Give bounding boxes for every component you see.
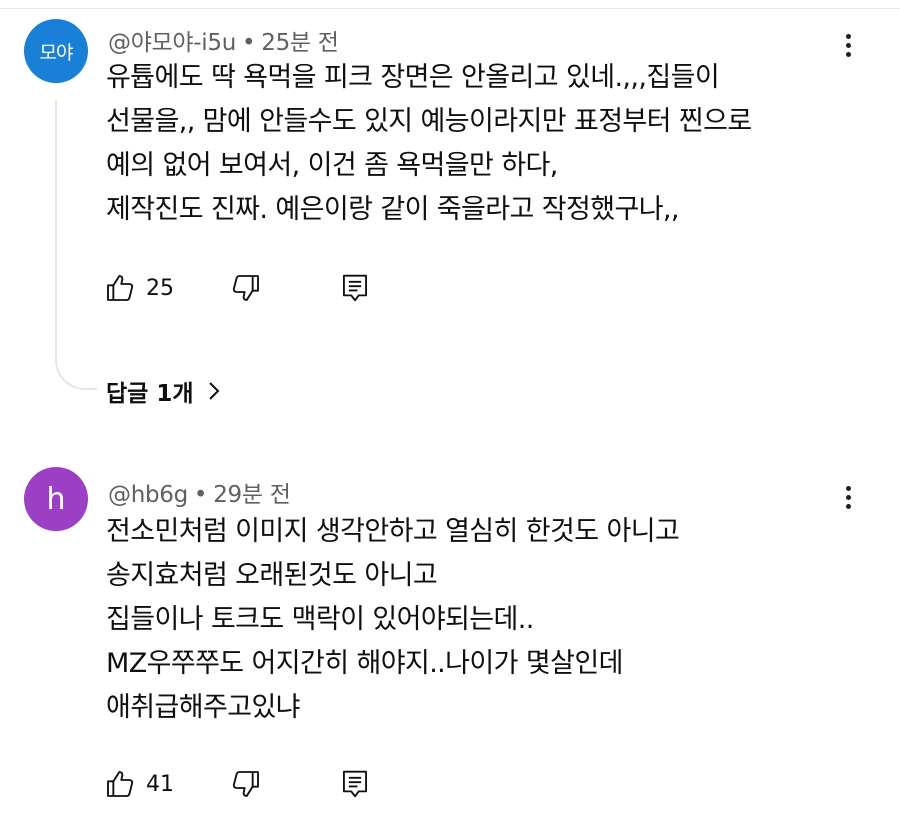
comment-time: 25분 전 xyxy=(261,30,339,56)
avatar-text: h xyxy=(46,481,66,517)
replies-label: 답글 1개 xyxy=(106,381,194,407)
top-divider xyxy=(0,8,900,9)
avatar[interactable]: h xyxy=(24,467,88,531)
comment-line: MZ우쭈쭈도 어지간히 해야지..나이가 몇살인데 xyxy=(106,648,623,679)
comment-meta: @야모야-i5u • 25분 전 xyxy=(108,23,339,57)
comment-reply-icon xyxy=(343,770,367,798)
comment-line: 예의 없어 보여서, 이건 좀 욕먹을만 하다, xyxy=(106,150,558,181)
like-button[interactable]: 25 xyxy=(104,268,174,308)
reply-button[interactable] xyxy=(340,268,370,308)
like-button[interactable]: 41 xyxy=(104,764,174,804)
comment-line: 애취급해주고있냐 xyxy=(106,692,301,723)
thumbs-up-icon xyxy=(107,771,134,797)
dislike-button[interactable] xyxy=(230,764,262,804)
avatar[interactable]: 모야 xyxy=(24,19,88,83)
comment-line: 선물을,, 맘에 안들수도 있지 예능이라지만 표정부터 찐으로 xyxy=(106,106,752,137)
avatar-text: 모야 xyxy=(39,41,74,64)
view-replies-button[interactable]: 답글 1개 xyxy=(106,374,220,408)
comment-text: 유튭에도 딱 욕먹을 피크 장면은 안올리고 있네.,,,집들이 선물을,, 맘… xyxy=(106,56,866,232)
comment-line: 유튭에도 딱 욕먹을 피크 장면은 안올리고 있네.,,,집들이 xyxy=(106,62,720,93)
more-vertical-icon xyxy=(845,485,851,491)
meta-separator: • xyxy=(241,30,256,56)
more-vertical-icon xyxy=(845,33,851,39)
comment-reply-icon xyxy=(343,274,367,302)
comment-meta: @hb6g • 29분 전 xyxy=(108,475,291,509)
comment-actions: 41 xyxy=(104,764,404,804)
comment-time: 29분 전 xyxy=(213,482,291,508)
like-count: 41 xyxy=(146,771,174,797)
comment-text: 전소민처럼 이미지 생각안하고 열심히 한것도 아니고 송지효처럼 오래된것도 … xyxy=(106,510,866,730)
comment-line: 전소민처럼 이미지 생각안하고 열심히 한것도 아니고 xyxy=(106,516,680,547)
thumbs-up-icon xyxy=(107,275,134,301)
chevron-right-icon xyxy=(208,382,219,400)
comment-line: 제작진도 진짜. 예은이랑 같이 죽을라고 작정했구나,, xyxy=(106,194,680,225)
like-count: 25 xyxy=(146,275,174,301)
dislike-button[interactable] xyxy=(230,268,262,308)
meta-separator: • xyxy=(193,482,208,508)
comment-line: 집들이나 토크도 맥락이 있어야되는데.. xyxy=(106,604,534,635)
thumbs-down-icon xyxy=(232,771,259,797)
comment-actions: 25 xyxy=(104,268,404,308)
comment-line: 송지효처럼 오래된것도 아니고 xyxy=(106,560,438,591)
thread-line xyxy=(55,100,97,390)
reply-button[interactable] xyxy=(340,764,370,804)
author-name[interactable]: @hb6g xyxy=(108,482,188,508)
author-name[interactable]: @야모야-i5u xyxy=(108,30,236,56)
thumbs-down-icon xyxy=(232,275,259,301)
